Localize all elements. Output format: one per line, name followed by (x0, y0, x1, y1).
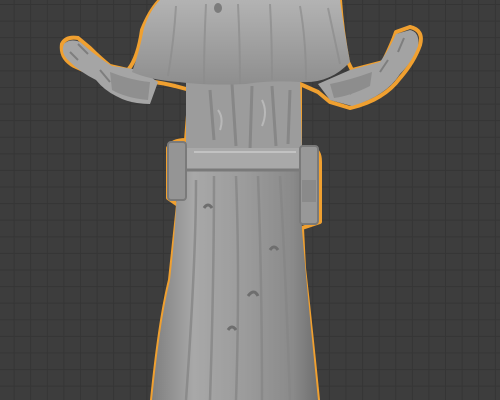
shoulder-cape (132, 0, 350, 85)
torso (186, 78, 302, 151)
3d-viewport[interactable] (0, 0, 500, 400)
sculpted-figure-model[interactable] (0, 0, 500, 400)
